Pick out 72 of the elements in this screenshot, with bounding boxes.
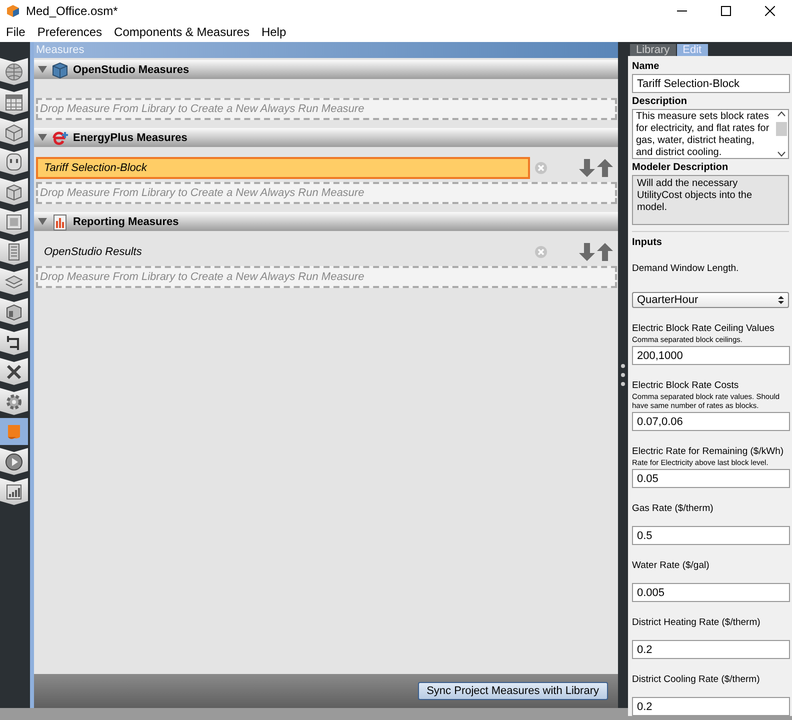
tab[interactable]: Library <box>630 44 676 56</box>
nav-tab[interactable] <box>0 238 28 265</box>
group-header[interactable]: OpenStudio Measures <box>34 60 618 79</box>
input-field[interactable]: 200,1000 <box>632 346 790 365</box>
spinner-arrows-icon <box>778 295 784 305</box>
field-label: Modeler Description <box>632 162 730 173</box>
move-up-icon[interactable] <box>597 243 613 261</box>
input-label: District Heating Rate ($/therm) <box>632 617 762 628</box>
input-label: Electric Block Rate Ceiling Values <box>632 323 776 334</box>
globe-icon <box>3 60 25 82</box>
input-field[interactable]: 0.05 <box>632 469 790 488</box>
nav-tab[interactable] <box>0 88 28 115</box>
collapse-triangle-icon[interactable] <box>38 133 47 142</box>
sync-button[interactable]: Sync Project Measures with Library <box>418 682 608 700</box>
nav-tab[interactable] <box>0 118 28 145</box>
nav-tab[interactable] <box>0 478 28 505</box>
modeler-description-field: Will add the necessary UtilityCost objects into the model. <box>632 175 789 225</box>
move-up-icon[interactable] <box>597 159 613 177</box>
dropdown[interactable]: QuarterHour <box>632 292 789 308</box>
input-label: Gas Rate ($/therm) <box>632 503 714 514</box>
nav-tab[interactable] <box>0 178 28 205</box>
nav-tab[interactable] <box>0 208 28 235</box>
cube-logo-icon <box>51 60 69 78</box>
collapse-triangle-icon[interactable] <box>38 217 47 226</box>
report-chart-icon <box>51 212 69 230</box>
input-label: Demand Window Length. <box>632 263 740 274</box>
nav-tab[interactable] <box>0 298 28 325</box>
field-label: Description <box>632 96 688 107</box>
close-icon[interactable] <box>765 6 775 16</box>
input-label: District Cooling Rate ($/therm) <box>632 674 761 685</box>
nav-tab[interactable] <box>0 448 28 475</box>
group-header[interactable]: EnergyPlus Measures <box>34 128 618 147</box>
input-label: Water Rate ($/gal) <box>632 560 710 571</box>
group-title: EnergyPlus Measures <box>73 132 188 144</box>
nav-tab[interactable] <box>0 268 28 295</box>
play-icon <box>3 450 25 472</box>
app-icon <box>6 4 20 18</box>
nav-tab[interactable] <box>0 328 28 355</box>
input-field[interactable]: 0.005 <box>632 583 790 602</box>
input-label: Electric Rate for Remaining ($/kWh) <box>632 446 785 457</box>
menu-item[interactable]: File <box>0 25 32 39</box>
measure-item[interactable]: Tariff Selection-Block <box>36 157 530 179</box>
section-heading: Inputs <box>632 237 663 248</box>
description-text: This measure sets block rates for electricity, and flat rates for gas, water, district heating, and district cooling. <box>635 110 770 158</box>
description-field[interactable]: This measure sets block rates for electricity, and flat rates for gas, water, district heating, and district cooling. <box>632 109 789 159</box>
maximize-icon[interactable] <box>721 6 731 16</box>
input-label: Electric Block Rate Costs <box>632 380 740 391</box>
move-down-icon[interactable] <box>579 243 595 261</box>
collapse-triangle-icon[interactable] <box>38 65 47 74</box>
group-title: Reporting Measures <box>73 216 179 228</box>
input-field[interactable]: 0.5 <box>632 526 790 545</box>
name-field[interactable]: Tariff Selection-Block <box>632 74 790 93</box>
nav-tab[interactable] <box>0 358 28 385</box>
nav-tab[interactable] <box>0 148 28 175</box>
menu-item[interactable]: Preferences <box>31 25 108 39</box>
move-down-icon[interactable] <box>579 159 595 177</box>
input-field[interactable]: 0.2 <box>632 640 790 659</box>
panel-header: Measures <box>34 42 618 58</box>
window-title: Med_Office.osm* <box>26 4 118 18</box>
field-label: Name <box>632 61 660 72</box>
nav-tab[interactable] <box>0 58 28 85</box>
menu-item[interactable]: Help <box>255 25 292 39</box>
scroll-down-icon[interactable] <box>777 150 786 158</box>
splitter-handle-icon[interactable] <box>621 363 625 387</box>
group-title: OpenStudio Measures <box>73 64 190 76</box>
scrollbar[interactable] <box>775 110 788 158</box>
group-header[interactable]: Reporting Measures <box>34 212 618 231</box>
input-field[interactable]: 0.07,0.06 <box>632 412 790 431</box>
menu-item[interactable]: Components & Measures <box>108 25 256 39</box>
nav-tab[interactable] <box>0 388 28 415</box>
scroll-up-icon[interactable] <box>777 110 786 118</box>
input-field[interactable]: 0.2 <box>632 697 790 716</box>
